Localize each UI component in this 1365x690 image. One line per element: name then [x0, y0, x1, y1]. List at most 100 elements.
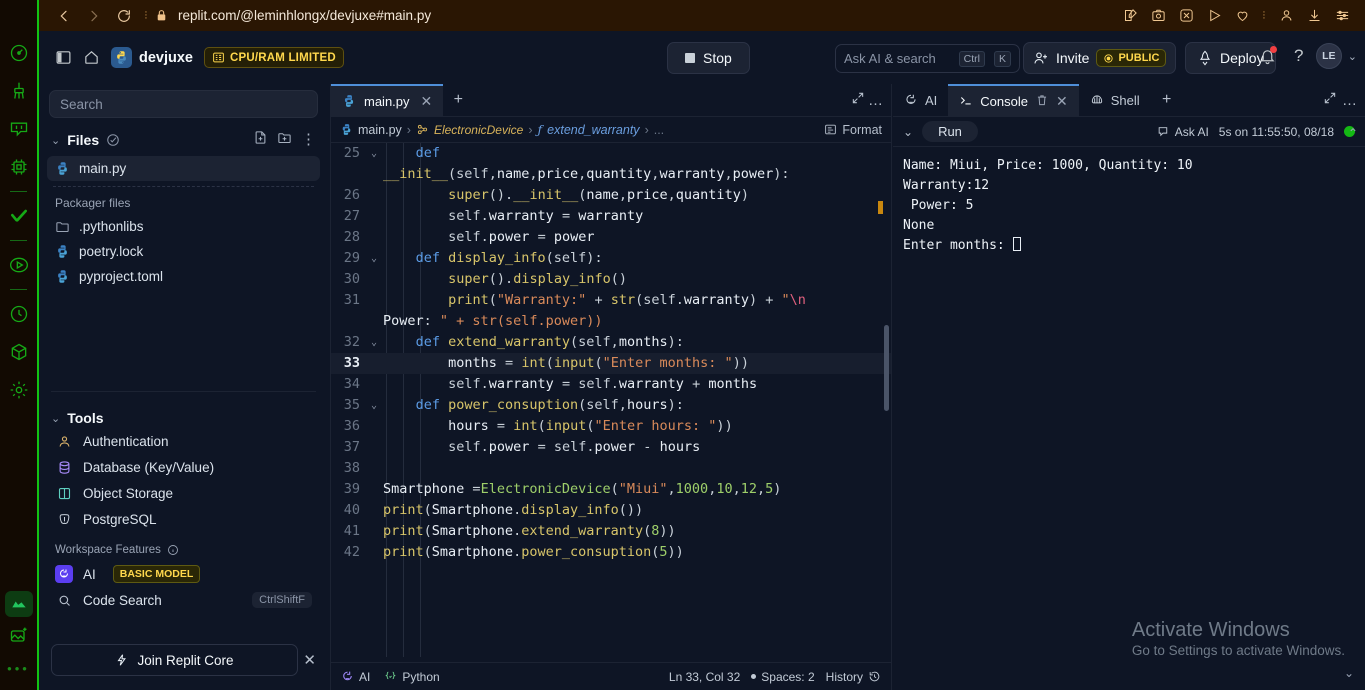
- address-bar[interactable]: replit.com/@leminhlongx/devjuxe#main.py: [178, 8, 431, 23]
- breadcrumb-function[interactable]: extend_warranty: [547, 123, 639, 137]
- file-item-main-py[interactable]: main.py: [47, 156, 320, 181]
- expand-icon[interactable]: [1323, 91, 1337, 110]
- project-name[interactable]: devjuxe: [139, 50, 193, 66]
- cube-icon[interactable]: [2, 333, 36, 371]
- edit-bookmark-icon[interactable]: [1117, 3, 1143, 29]
- cpu-chip-icon[interactable]: [2, 148, 36, 186]
- left-app-rail[interactable]: •••: [0, 0, 39, 690]
- new-console-tab-icon[interactable]: +: [1151, 84, 1183, 116]
- code-line[interactable]: 27 self.warranty = warranty: [331, 206, 891, 227]
- screenshot-icon[interactable]: [1145, 3, 1171, 29]
- download-icon[interactable]: [1301, 3, 1327, 29]
- sidebar-item-code-search[interactable]: Code Search CtrlShiftF: [39, 587, 328, 613]
- code-line[interactable]: 39 Smartphone =ElectronicDevice("Miui",10…: [331, 479, 891, 500]
- tab-console[interactable]: Console ✕: [948, 84, 1079, 116]
- console-output[interactable]: Name: Miui, Price: 1000, Quantity: 10 Wa…: [893, 147, 1365, 265]
- fold-toggle-icon[interactable]: ⌄: [365, 143, 383, 164]
- file-item-pyproject-toml[interactable]: pyproject.toml: [47, 264, 320, 289]
- code-line[interactable]: 25 ⌄ def: [331, 143, 891, 164]
- chevron-down-icon[interactable]: ⌄: [1348, 50, 1357, 63]
- join-replit-core-button[interactable]: Join Replit Core: [51, 644, 298, 676]
- editor-scrollbar[interactable]: [884, 325, 889, 411]
- panel-toggle-icon[interactable]: [49, 44, 77, 72]
- status-ai[interactable]: AI: [341, 670, 370, 684]
- image-capture-icon[interactable]: [2, 617, 36, 655]
- breadcrumb-class[interactable]: ElectronicDevice: [434, 123, 523, 137]
- browser-menu-dots-icon[interactable]: · · ·: [1257, 7, 1271, 24]
- flag-capture-icon[interactable]: [4, 591, 33, 617]
- notifications-bell-icon[interactable]: [1254, 42, 1282, 70]
- new-folder-icon[interactable]: [277, 130, 292, 150]
- file-item-pythonlibs[interactable]: .pythonlibs: [47, 214, 320, 239]
- close-tab-icon[interactable]: ✕: [1056, 93, 1068, 110]
- fold-toggle-icon[interactable]: ⌄: [365, 248, 383, 269]
- status-spaces[interactable]: Spaces: 2: [751, 670, 815, 684]
- code-line[interactable]: __init__(self,name,price,quantity,warran…: [331, 164, 891, 185]
- format-button[interactable]: Format: [824, 123, 882, 137]
- cpu-ram-badge[interactable]: CPU/RAM LIMITED: [204, 47, 344, 68]
- code-line[interactable]: 28 self.power = power: [331, 227, 891, 248]
- gear-icon[interactable]: [2, 371, 36, 409]
- home-icon[interactable]: [77, 44, 105, 72]
- code-line[interactable]: Power: " + str(self.power)): [331, 311, 891, 332]
- code-line[interactable]: 41 print(Smartphone.extend_warranty(8)): [331, 521, 891, 542]
- collapse-chevron-icon[interactable]: ⌄: [903, 125, 913, 139]
- code-line[interactable]: 38: [331, 458, 891, 479]
- run-button[interactable]: Run: [922, 121, 978, 142]
- code-line[interactable]: 30 super().display_info(): [331, 269, 891, 290]
- more-vertical-icon[interactable]: · · ·: [139, 7, 153, 24]
- close-tab-icon[interactable]: ✕: [421, 93, 433, 110]
- collapse-panel-icon[interactable]: ⌃: [1348, 126, 1358, 140]
- ask-ai-search-input[interactable]: Ask AI & search Ctrl K: [835, 44, 1020, 73]
- extension-blocked-icon[interactable]: [1173, 3, 1199, 29]
- search-input[interactable]: Search: [49, 90, 318, 118]
- scroll-down-icon[interactable]: ⌄: [1344, 666, 1354, 680]
- breadcrumb-ellipsis[interactable]: ...: [654, 123, 664, 137]
- editor-more-icon[interactable]: …: [868, 92, 883, 109]
- sidebar-item-ai[interactable]: AI BASIC MODEL: [39, 561, 328, 587]
- profile-icon[interactable]: [1273, 3, 1299, 29]
- sidebar-item-authentication[interactable]: Authentication: [39, 428, 328, 454]
- breadcrumb-file[interactable]: main.py: [358, 123, 402, 137]
- files-more-icon[interactable]: ⋮: [301, 132, 316, 147]
- tab-main-py[interactable]: main.py ✕: [331, 84, 444, 116]
- code-line[interactable]: 35 ⌄ def power_consuption(self,hours):: [331, 395, 891, 416]
- broom-icon[interactable]: [2, 72, 36, 110]
- files-section-header[interactable]: ⌄ Files ⋮: [39, 118, 328, 156]
- tab-shell[interactable]: Shell: [1079, 84, 1151, 116]
- code-line[interactable]: 29 ⌄ def display_info(self):: [331, 248, 891, 269]
- file-item-poetry-lock[interactable]: poetry.lock: [47, 239, 320, 264]
- expand-icon[interactable]: [851, 91, 865, 110]
- code-line[interactable]: 40 print(Smartphone.display_info()): [331, 500, 891, 521]
- back-icon[interactable]: [49, 1, 79, 31]
- code-line[interactable]: 33 months = int(input("Enter months: ")): [331, 353, 891, 374]
- new-tab-icon[interactable]: +: [443, 84, 473, 116]
- avatar[interactable]: LE: [1315, 43, 1342, 69]
- tab-ai[interactable]: AI: [893, 84, 948, 116]
- close-icon[interactable]: ✕: [303, 651, 316, 669]
- help-icon[interactable]: ?: [1286, 42, 1312, 70]
- play-circle-icon[interactable]: [2, 246, 36, 284]
- code-content[interactable]: 25 ⌄ def __init__(self,name,price,quantity…: [331, 143, 891, 657]
- tools-section-header[interactable]: ⌄ Tools: [39, 398, 328, 428]
- sidebar-item-database[interactable]: Database (Key/Value): [39, 454, 328, 480]
- status-history[interactable]: History: [826, 670, 881, 684]
- sidebar-item-postgresql[interactable]: PostgreSQL: [39, 506, 328, 532]
- reload-icon[interactable]: [109, 1, 139, 31]
- public-badge[interactable]: PUBLIC: [1096, 49, 1167, 67]
- chevron-down-icon[interactable]: ⌄: [51, 412, 60, 425]
- check-mark-icon[interactable]: [2, 197, 36, 235]
- code-line[interactable]: 42 print(Smartphone.power_consuption(5)): [331, 542, 891, 563]
- twitch-chat-icon[interactable]: [2, 110, 36, 148]
- send-icon[interactable]: [1201, 3, 1227, 29]
- new-file-icon[interactable]: [253, 130, 268, 150]
- invite-button[interactable]: Invite PUBLIC: [1023, 42, 1177, 74]
- clock-icon[interactable]: [2, 295, 36, 333]
- code-line[interactable]: 37 self.power = self.power - hours: [331, 437, 891, 458]
- code-line[interactable]: 34 self.warranty = self.warranty + month…: [331, 374, 891, 395]
- fold-toggle-icon[interactable]: ⌄: [365, 332, 383, 353]
- sidebar-item-object-storage[interactable]: Object Storage: [39, 480, 328, 506]
- console-more-icon[interactable]: …: [1342, 92, 1357, 109]
- ask-ai-button[interactable]: Ask AI: [1157, 125, 1209, 139]
- chevron-down-icon[interactable]: ⌄: [51, 134, 60, 147]
